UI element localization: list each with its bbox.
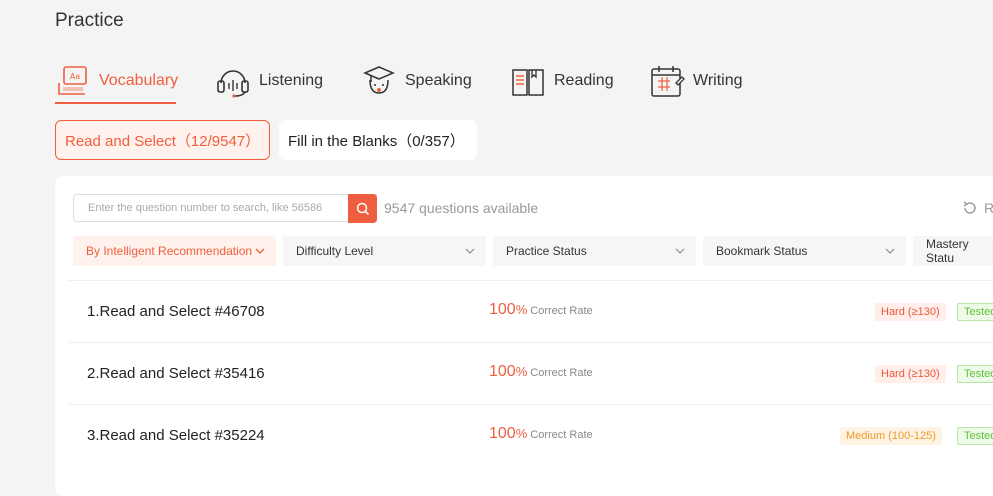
filter-practice-status[interactable]: Practice Status xyxy=(493,236,696,266)
filter-label: By Intelligent Recommendation xyxy=(86,244,253,258)
filter-recommendation[interactable]: By Intelligent Recommendation xyxy=(73,236,276,266)
difficulty-badge: Hard (≥130) xyxy=(875,365,946,383)
filter-label: Mastery Statu xyxy=(926,237,969,265)
headphones-icon xyxy=(215,63,251,99)
subtab-fill-in-the-blanks[interactable]: Fill in the Blanks（0/357） xyxy=(279,120,477,160)
speaking-avatar-icon xyxy=(361,63,397,99)
question-title: 2.Read and Select #35416 xyxy=(87,365,265,382)
difficulty-badge: Medium (100-125) xyxy=(840,427,942,445)
tab-label: Vocabulary xyxy=(99,72,179,89)
filter-label: Practice Status xyxy=(506,244,587,258)
question-row[interactable]: 2.Read and Select #35416 100% Correct Rat… xyxy=(69,342,993,405)
status-badge: Tested xyxy=(957,365,993,383)
question-title: 3.Read and Select #35224 xyxy=(87,427,265,444)
reset-button[interactable]: R xyxy=(962,200,993,216)
correct-rate: 100% Correct Rate xyxy=(489,301,593,318)
status-badge: Tested xyxy=(957,303,993,321)
reset-label: R xyxy=(984,200,993,216)
question-list-card: 9547 questions available R By Intelligen… xyxy=(55,176,993,496)
refresh-icon xyxy=(963,201,976,214)
tab-label: Listening xyxy=(259,72,324,89)
tab-speaking[interactable]: Speaking xyxy=(361,58,472,104)
active-tab-indicator xyxy=(55,102,176,104)
search-icon xyxy=(356,202,369,215)
tab-vocabulary[interactable]: Aa Vocabulary xyxy=(55,58,178,104)
question-row[interactable]: 3.Read and Select #35224 100% Correct Rat… xyxy=(69,404,993,467)
status-badge: Tested xyxy=(957,427,993,445)
filter-difficulty[interactable]: Difficulty Level xyxy=(283,236,486,266)
calendar-pen-icon xyxy=(649,63,685,99)
tab-label: Writing xyxy=(693,72,743,89)
chevron-down-icon xyxy=(465,248,475,254)
difficulty-badge: Hard (≥130) xyxy=(875,303,946,321)
page-title: Practice xyxy=(55,10,124,31)
search-input[interactable] xyxy=(86,201,350,215)
filter-label: Bookmark Status xyxy=(716,244,808,258)
question-title: 1.Read and Select #46708 xyxy=(87,303,265,320)
filter-mastery-status[interactable]: Mastery Statu xyxy=(913,236,993,266)
search-button[interactable] xyxy=(348,194,377,223)
chevron-down-icon xyxy=(885,248,895,254)
question-row[interactable]: 1.Read and Select #46708 100% Correct Rat… xyxy=(69,280,993,343)
correct-rate: 100% Correct Rate xyxy=(489,363,593,380)
search-box xyxy=(73,194,377,222)
correct-rate: 100% Correct Rate xyxy=(489,425,593,442)
subtab-read-and-select[interactable]: Read and Select（12/9547） xyxy=(55,120,270,160)
chevron-down-icon xyxy=(675,248,685,254)
tab-listening[interactable]: Listening xyxy=(215,58,323,104)
tab-label: Reading xyxy=(554,72,614,89)
tab-writing[interactable]: Writing xyxy=(649,58,743,104)
filter-bookmark-status[interactable]: Bookmark Status xyxy=(703,236,906,266)
chevron-down-icon xyxy=(255,248,265,254)
tab-reading[interactable]: Reading xyxy=(510,58,614,104)
tab-label: Speaking xyxy=(405,72,472,89)
book-icon xyxy=(510,63,546,99)
filter-label: Difficulty Level xyxy=(296,244,374,258)
svg-text:Aa: Aa xyxy=(70,72,80,81)
questions-available: 9547 questions available xyxy=(384,200,539,216)
vocabulary-icon: Aa xyxy=(55,63,91,99)
